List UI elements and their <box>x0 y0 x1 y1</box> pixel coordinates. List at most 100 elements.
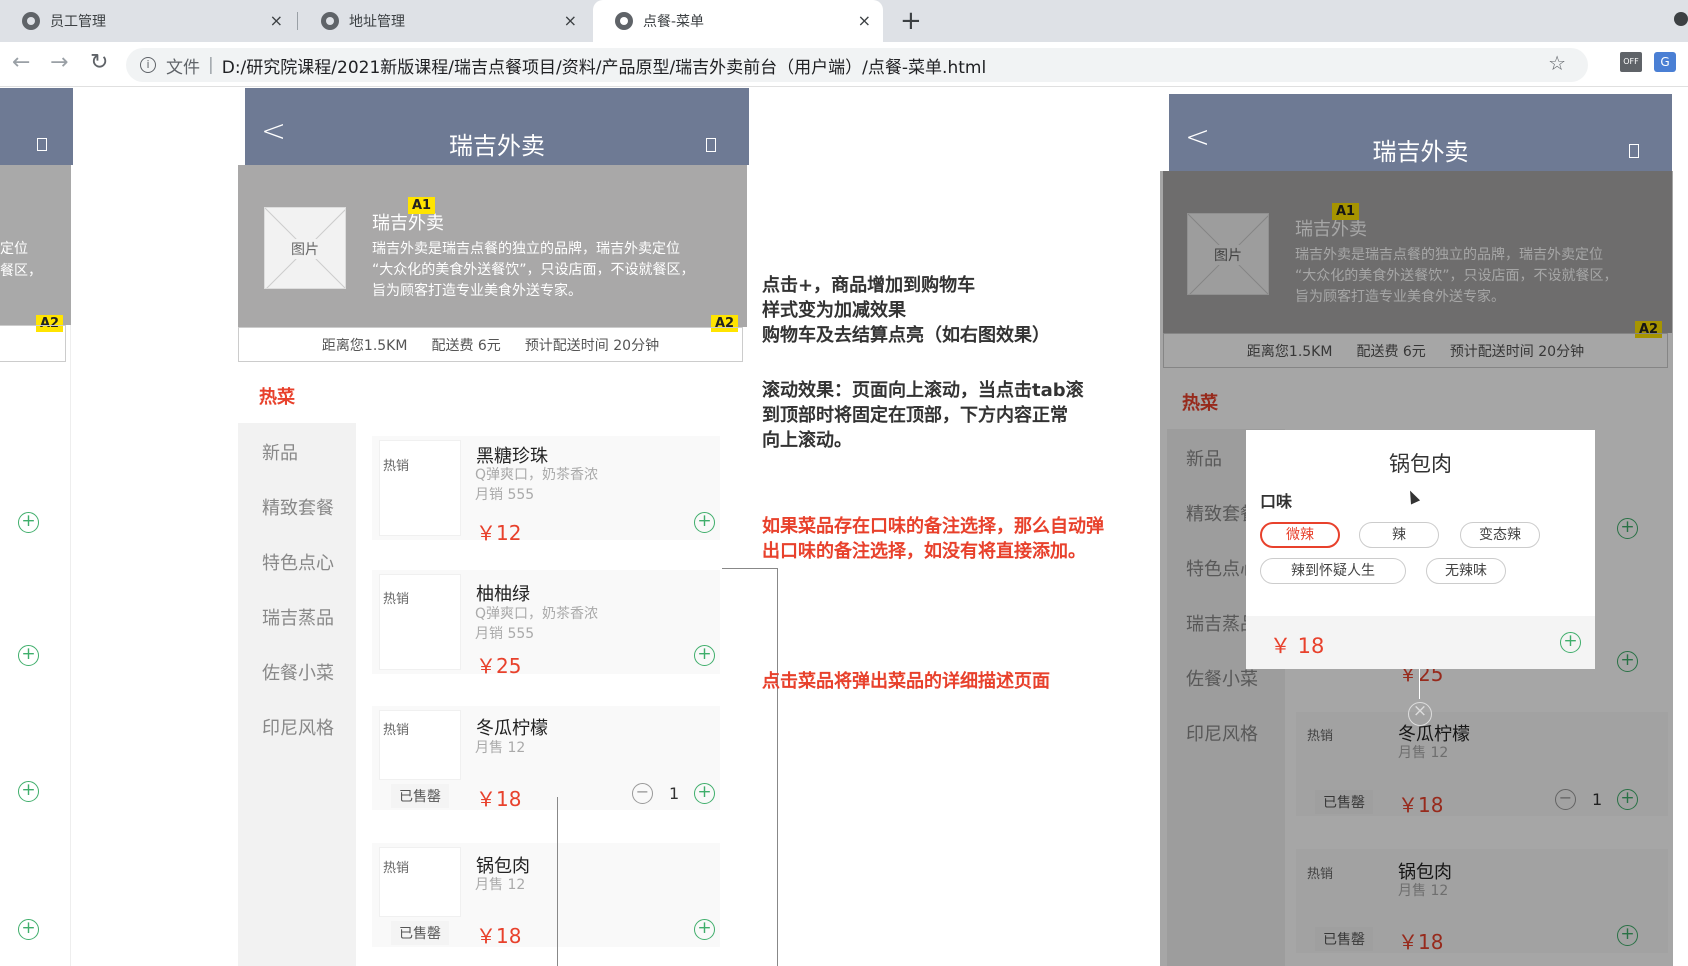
category-active-hot[interactable]: 热菜 <box>259 383 295 409</box>
hot-sale-tag: 热销 <box>383 459 410 474</box>
flavor-option-extra-spicy[interactable]: 变态辣 <box>1460 522 1540 548</box>
menu-icon[interactable] <box>1629 144 1639 158</box>
delivery-info-strip: 距离您1.5KM 配送费 6元 预计配送时间 20分钟 <box>238 327 743 362</box>
close-popup-icon[interactable]: × <box>1408 702 1432 726</box>
add-plus-icon[interactable]: + <box>694 512 715 533</box>
left-phone-banner: 卖定位 就餐区， <box>0 165 71 325</box>
url-field[interactable]: i 文件 | D:/研究院课程/2021新版课程/瑞吉点餐项目/资料/产品原型/… <box>126 48 1588 82</box>
shop-desc-line: “大众化的美食外送餐饮”，只设店面，不设就餐区， <box>372 262 695 278</box>
flavor-option-none[interactable]: 无辣味 <box>1426 558 1506 584</box>
add-plus-icon[interactable]: + <box>18 512 39 533</box>
remove-minus-icon[interactable]: − <box>632 783 653 804</box>
shop-banner: 图片 瑞吉外卖 瑞吉外卖是瑞吉点餐的独立的品牌，瑞吉外卖定位 “大众化的美食外送… <box>238 165 747 327</box>
popup-connector <box>1419 669 1420 699</box>
dish-desc: Q弹爽口，奶茶香浓 <box>475 606 599 622</box>
flavor-option-mild[interactable]: 微辣 <box>1260 522 1340 548</box>
annotation-line: 到顶部时将固定在顶部，下方内容正常 <box>762 405 1068 426</box>
delivery-fee-text: 配送费 6元 <box>431 337 501 354</box>
add-plus-icon[interactable]: + <box>18 781 39 802</box>
connector-line <box>722 568 777 569</box>
bookmark-star-icon[interactable]: ☆ <box>1548 51 1566 75</box>
annotation-badge-a1: A1 <box>408 197 436 214</box>
category-dim-sum[interactable]: 特色点心 <box>262 549 334 575</box>
sold-out-label: 已售罄 <box>391 921 449 945</box>
new-tab-button[interactable]: + <box>900 6 922 36</box>
category-side-dish[interactable]: 佐餐小菜 <box>262 659 334 685</box>
menu-icon[interactable] <box>706 138 716 152</box>
category-set-meal[interactable]: 精致套餐 <box>262 494 334 520</box>
banner-text-line: 卖定位 <box>0 241 28 257</box>
category-indonesian[interactable]: 印尼风格 <box>262 714 334 740</box>
shop-image-placeholder: 图片 <box>264 207 346 289</box>
globe-icon <box>22 12 40 30</box>
annotation-flavor: 如果菜品存在口味的备注选择，那么自动弹 出口味的备注选择，如没有将直接添加。 <box>762 514 1104 564</box>
eta-text: 预计配送时间 20分钟 <box>524 337 660 354</box>
tab-menu[interactable]: 点餐-菜单 × <box>593 0 883 42</box>
url-divider: | <box>208 55 214 75</box>
annotation-scroll: 滚动效果：页面向上滚动，当点击tab滚 到顶部时将固定在顶部，下方内容正常 向上… <box>762 378 1084 453</box>
reload-icon[interactable]: ↻ <box>90 50 108 75</box>
add-plus-icon[interactable]: + <box>694 783 715 804</box>
distance-text: 距离您1.5KM <box>321 337 408 354</box>
hot-sale-tag: 热销 <box>383 723 410 738</box>
popup-footer: ￥ 18 + <box>1246 616 1595 669</box>
hot-sale-tag: 热销 <box>383 861 410 876</box>
tab-title: 点餐-菜单 <box>643 14 705 30</box>
menu-icon[interactable] <box>37 138 47 151</box>
dish-sales: 月销 555 <box>475 626 535 642</box>
dish-price: ￥25 <box>476 654 522 678</box>
back-arrow-icon[interactable]: ← <box>12 50 30 75</box>
flavor-popup: 锅包肉 口味 微辣 辣 变态辣 辣到怀疑人生 无辣味 ￥ 18 + <box>1246 430 1595 669</box>
annotation-line: 如果菜品存在口味的备注选择，那么自动弹 <box>762 516 1104 537</box>
dish-sales: 月售 12 <box>475 877 526 893</box>
flavor-option-insane[interactable]: 辣到怀疑人生 <box>1260 558 1406 584</box>
flavor-option-spicy[interactable]: 辣 <box>1359 522 1439 548</box>
left-info-strip <box>0 325 66 362</box>
banner-text-line: 就餐区， <box>0 263 42 279</box>
shop-description: 瑞吉外卖是瑞吉点餐的独立的品牌，瑞吉外卖定位 “大众化的美食外送餐饮”，只设店面… <box>372 239 695 302</box>
tab-title: 地址管理 <box>349 14 405 30</box>
dish-price: ￥18 <box>476 924 522 948</box>
add-plus-icon[interactable]: + <box>694 919 715 940</box>
category-new[interactable]: 新品 <box>262 439 298 465</box>
forward-arrow-icon[interactable]: → <box>50 50 68 75</box>
connector-line <box>777 568 778 966</box>
annotation-line: 出口味的备注选择，如没有将直接添加。 <box>762 541 1086 562</box>
dish-price: ￥18 <box>476 787 522 811</box>
tab-divider <box>297 12 298 30</box>
annotation-detail: 点击菜品将弹出菜品的详细描述页面 <box>762 671 1050 692</box>
dish-quantity: 1 <box>669 784 680 803</box>
app-title: 瑞吉外卖 <box>1372 138 1469 166</box>
tab-close-icon[interactable]: × <box>564 11 577 30</box>
dish-name: 柚柚绿 <box>476 584 530 605</box>
globe-icon <box>321 12 339 30</box>
dish-name: 冬瓜柠檬 <box>476 718 548 739</box>
browser-tab-bar: 员工管理 × 地址管理 × 点餐-菜单 × + <box>0 0 1688 42</box>
info-icon[interactable]: i <box>140 57 156 73</box>
category-steamed[interactable]: 瑞吉蒸品 <box>262 604 334 630</box>
annotation-add-to-cart: 点击+，商品增加到购物车 样式变为加减效果 购物车及去结算点亮（如右图效果） <box>762 273 1050 348</box>
add-plus-icon[interactable]: + <box>18 919 39 940</box>
tab-close-icon[interactable]: × <box>858 11 871 30</box>
add-plus-icon[interactable]: + <box>694 645 715 666</box>
dish-desc: Q弹爽口，奶茶香浓 <box>475 467 599 483</box>
app-title: 瑞吉外卖 <box>449 132 545 160</box>
tab-title: 员工管理 <box>50 14 106 30</box>
left-phone-border <box>70 325 71 966</box>
add-plus-icon[interactable]: + <box>18 645 39 666</box>
browser-menu-icon[interactable] <box>1674 12 1688 26</box>
tab-staff[interactable]: 员工管理 × <box>0 0 295 42</box>
add-plus-icon[interactable]: + <box>1560 632 1581 653</box>
url-text: D:/研究院课程/2021新版课程/瑞吉点餐项目/资料/产品原型/瑞吉外卖前台（… <box>221 57 987 78</box>
tab-close-icon[interactable]: × <box>270 11 283 30</box>
translate-extension-icon[interactable]: G <box>1654 52 1676 72</box>
extension-off-icon[interactable]: OFF <box>1620 52 1642 72</box>
annotation-line: 向上滚动。 <box>762 430 852 451</box>
app-header-right: < 瑞吉外卖 <box>1169 94 1672 171</box>
left-phone-header <box>0 88 73 165</box>
tab-address[interactable]: 地址管理 × <box>299 0 589 42</box>
dish-sales: 月销 555 <box>475 487 535 503</box>
dish-sales: 月售 12 <box>475 740 526 756</box>
shop-desc-line: 瑞吉外卖是瑞吉点餐的独立的品牌，瑞吉外卖定位 <box>372 241 680 257</box>
address-bar: ← → ↻ i 文件 | D:/研究院课程/2021新版课程/瑞吉点餐项目/资料… <box>0 42 1688 87</box>
